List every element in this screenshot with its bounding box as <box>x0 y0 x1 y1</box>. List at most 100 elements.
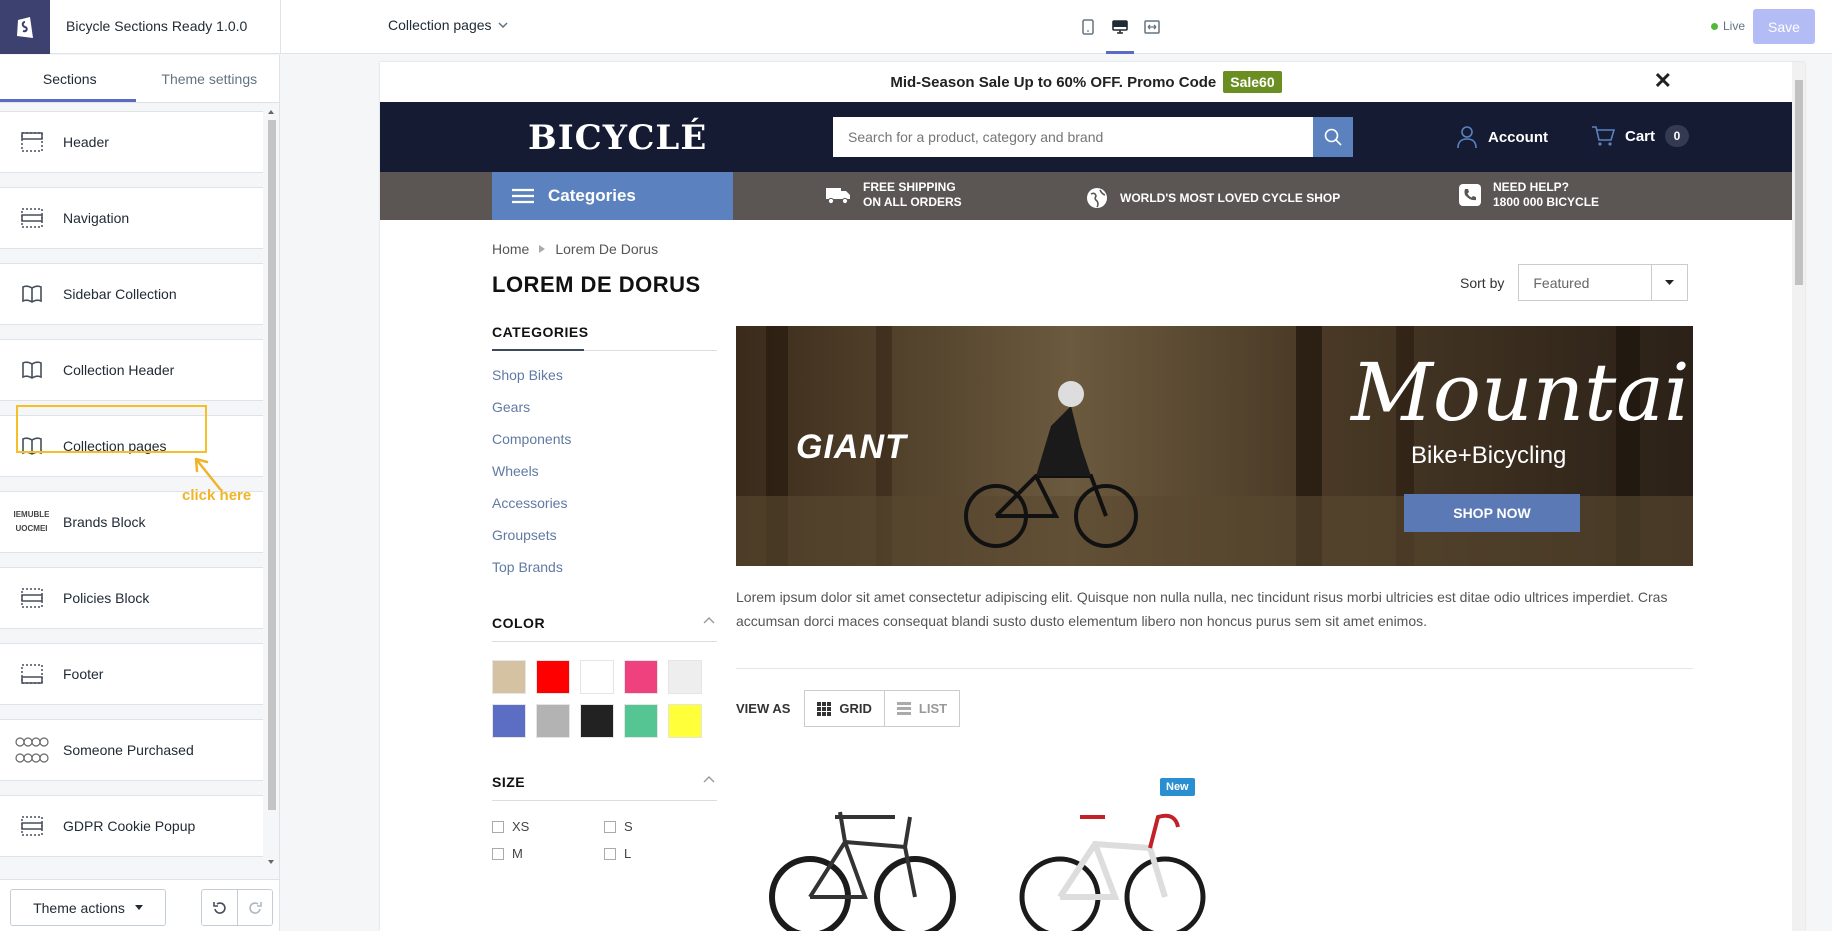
category-link[interactable]: Accessories <box>492 495 717 527</box>
color-swatch[interactable] <box>580 660 614 694</box>
color-swatch[interactable] <box>492 704 526 738</box>
globe-icon <box>1087 188 1107 208</box>
chevron-down-icon <box>497 22 508 28</box>
shopify-logo-icon[interactable] <box>0 0 50 54</box>
color-swatch[interactable] <box>580 704 614 738</box>
size-option[interactable]: M <box>492 846 604 861</box>
save-button[interactable]: Save <box>1753 9 1815 44</box>
divider <box>736 668 1693 669</box>
section-label: Brands Block <box>63 514 146 530</box>
full-width-view-icon[interactable] <box>1136 0 1168 54</box>
section-item-collection-header[interactable]: Collection Header <box>0 339 263 401</box>
view-toggle: GRID LIST <box>804 690 961 727</box>
tab-sections[interactable]: Sections <box>0 55 140 102</box>
live-status: Live <box>1711 19 1745 33</box>
section-item-sidebar-collection[interactable]: Sidebar Collection <box>0 263 263 325</box>
scroll-up-icon[interactable] <box>265 107 277 117</box>
close-icon[interactable]: ✕ <box>1654 70 1672 92</box>
live-label: Live <box>1723 19 1746 33</box>
desktop-view-icon[interactable] <box>1104 0 1136 54</box>
size-label: XS <box>512 819 530 834</box>
section-label: Someone Purchased <box>63 742 194 758</box>
bikes-thumbnail-icon <box>0 732 63 768</box>
redo-icon[interactable] <box>237 890 272 925</box>
chevron-right-icon <box>539 245 546 253</box>
section-label: GDPR Cookie Popup <box>63 818 196 834</box>
breadcrumb-home[interactable]: Home <box>492 241 529 257</box>
preview-scroll-thumb[interactable] <box>1795 80 1803 285</box>
categories-heading: CATEGORIES <box>492 324 717 351</box>
preview-scrollbar[interactable] <box>1792 62 1805 931</box>
size-option[interactable]: L <box>604 846 716 861</box>
list-view-button[interactable]: LIST <box>883 691 959 726</box>
grid-view-button[interactable]: GRID <box>805 691 884 726</box>
category-link[interactable]: Groupsets <box>492 527 717 559</box>
feature-line: NEED HELP? <box>1493 180 1570 194</box>
section-item-gdpr-cookie-popup[interactable]: GDPR Cookie Popup <box>0 795 263 857</box>
color-swatch[interactable] <box>624 660 658 694</box>
filter-sidebar: CATEGORIES Shop Bikes Gears Components W… <box>492 324 717 861</box>
section-item-someone-purchased[interactable]: Someone Purchased <box>0 719 263 781</box>
color-swatch[interactable] <box>536 704 570 738</box>
store-header: BICYCLÉ Account Cart 0 <box>380 102 1792 172</box>
feature-line: 1800 000 BICYCLE <box>1493 195 1600 209</box>
checkbox[interactable] <box>604 847 616 860</box>
category-link[interactable]: Gears <box>492 399 717 431</box>
section-label: Collection pages <box>63 438 167 454</box>
category-link[interactable]: Top Brands <box>492 559 717 591</box>
sidebar-scroll-thumb[interactable] <box>268 120 276 810</box>
categories-button[interactable]: Categories <box>492 172 733 220</box>
product-card[interactable] <box>765 772 965 931</box>
view-as-control: VIEW AS GRID LIST <box>736 690 961 727</box>
checkbox[interactable] <box>492 847 504 860</box>
category-link[interactable]: Wheels <box>492 463 717 495</box>
theme-title: Bicycle Sections Ready 1.0.0 <box>66 18 248 34</box>
category-link[interactable]: Components <box>492 431 717 463</box>
brand-thumb-text: UOCMEI <box>15 524 48 533</box>
color-swatch[interactable] <box>492 660 526 694</box>
mobile-view-icon[interactable] <box>1072 0 1104 54</box>
section-item-footer[interactable]: Footer <box>0 643 263 705</box>
store-preview-frame: Mid-Season Sale Up to 60% OFF. Promo Cod… <box>380 62 1805 931</box>
feature-line: WORLD'S MOST LOVED CYCLE SHOP <box>1120 190 1341 205</box>
product-card[interactable] <box>1010 772 1210 931</box>
account-link[interactable]: Account <box>1456 125 1548 149</box>
chevron-up-icon <box>703 617 715 624</box>
collection-title: LOREM DE DORUS <box>492 272 701 297</box>
color-swatch[interactable] <box>668 704 702 738</box>
chevron-up-icon <box>703 776 715 783</box>
category-link[interactable]: Shop Bikes <box>492 367 717 399</box>
checkbox[interactable] <box>492 820 504 833</box>
section-item-policies-block[interactable]: Policies Block <box>0 567 263 629</box>
collection-banner: GIANT Mountain Bike+Bicycling SHOP NOW <box>736 326 1693 566</box>
size-option[interactable]: S <box>604 819 716 834</box>
color-heading[interactable]: COLOR <box>492 615 717 642</box>
theme-actions-button[interactable]: Theme actions <box>10 889 166 926</box>
section-item-header[interactable]: Header <box>0 111 263 173</box>
scroll-down-icon[interactable] <box>265 857 277 867</box>
color-swatch[interactable] <box>624 704 658 738</box>
shop-now-button[interactable]: SHOP NOW <box>1404 494 1580 532</box>
size-heading[interactable]: SIZE <box>492 774 717 801</box>
section-label: Header <box>63 134 109 150</box>
page-selector[interactable]: Collection pages <box>388 17 508 33</box>
sidebar-scrollbar[interactable] <box>265 105 277 869</box>
cart-link[interactable]: Cart 0 <box>1591 125 1690 147</box>
sort-value: Featured <box>1533 274 1590 291</box>
sort-select[interactable]: Featured <box>1518 264 1689 301</box>
tab-theme-settings[interactable]: Theme settings <box>140 55 280 102</box>
color-swatch[interactable] <box>536 660 570 694</box>
section-item-navigation[interactable]: Navigation <box>0 187 263 249</box>
color-swatch[interactable] <box>668 660 702 694</box>
search-input[interactable] <box>833 117 1313 157</box>
checkbox[interactable] <box>604 820 616 833</box>
undo-icon[interactable] <box>202 890 237 925</box>
search-icon[interactable] <box>1313 117 1353 157</box>
banner-headline: Mountain <box>1351 346 1693 439</box>
cart-label: Cart <box>1625 127 1656 145</box>
collection-description: Lorem ipsum dolor sit amet consectetur a… <box>736 589 1668 629</box>
size-option[interactable]: XS <box>492 819 604 834</box>
promo-text: Mid-Season Sale Up to 60% OFF. Promo Cod… <box>890 73 1217 91</box>
store-logo[interactable]: BICYCLÉ <box>528 118 707 158</box>
editor-top-bar: Bicycle Sections Ready 1.0.0 Collection … <box>0 0 1832 54</box>
